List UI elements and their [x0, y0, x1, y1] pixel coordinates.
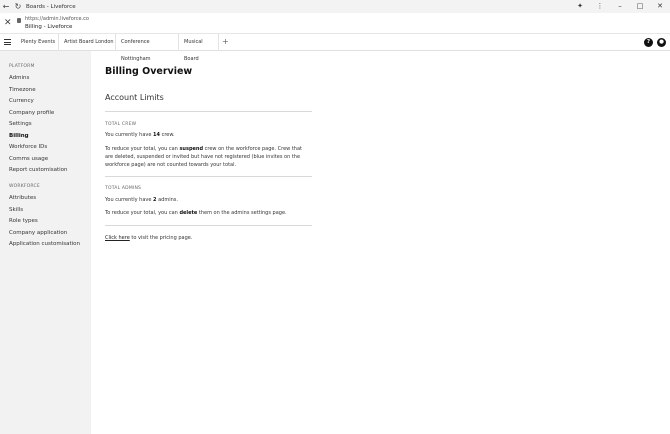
sidebar-item-attributes[interactable]: Attributes [9, 195, 36, 201]
divider [105, 111, 312, 112]
crew-reduce-action: suspend [179, 146, 204, 152]
admin-reduce-action: delete [179, 210, 198, 216]
tab-artist-board-london[interactable]: Artist Board London [59, 34, 116, 51]
tab-label: Musical Board [184, 39, 203, 62]
tab-musical-board[interactable]: Musical Board [179, 34, 219, 62]
sidebar-item-settings[interactable]: Settings [9, 121, 32, 127]
close-window-button[interactable]: ✕ [650, 0, 670, 13]
sidebar-item-company-application[interactable]: Company application [9, 230, 67, 236]
address-bar: ✕ https://admin.liveforce.co Billing - L… [0, 13, 670, 34]
total-admins-heading: TOTAL ADMINS [105, 186, 142, 191]
total-crew-heading: TOTAL CREW [105, 122, 137, 127]
reload-icon[interactable]: ↻ [12, 0, 24, 13]
crew-reduce-prefix: To reduce your total, you can [105, 146, 180, 152]
add-tab-button[interactable]: + [222, 34, 229, 50]
sidebar-heading-platform: PLATFORM [9, 64, 35, 69]
sidebar-item-application-customisation[interactable]: Application customisation [9, 241, 80, 247]
tab-label: Conference Nottingham [121, 39, 151, 62]
crew-reduce-text: To reduce your total, you can suspend cr… [105, 145, 310, 169]
sidebar-item-report-customisation[interactable]: Report customisation [9, 167, 68, 173]
bell-icon[interactable]: ● [657, 38, 666, 47]
kebab-icon[interactable]: ⋮ [590, 0, 610, 13]
lock-icon [17, 18, 21, 23]
puzzle-icon[interactable]: ✦ [570, 0, 590, 13]
crew-count-text: You currently have 14 crew. [105, 131, 310, 139]
pricing-text: Click here to visit the pricing page. [105, 234, 310, 242]
help-button[interactable]: ? [644, 38, 653, 47]
crew-count-suffix: crew. [160, 132, 175, 138]
sidebar-item-workforce-ids[interactable]: Workforce IDs [9, 144, 47, 150]
divider [105, 225, 312, 226]
sidebar-item-skills[interactable]: Skills [9, 207, 23, 213]
minimize-button[interactable]: – [610, 0, 630, 13]
close-icon[interactable]: ✕ [4, 18, 12, 28]
sidebar-item-comms-usage[interactable]: Comms usage [9, 156, 48, 162]
sidebar-item-timezone[interactable]: Timezone [9, 87, 36, 93]
admin-count-suffix: admins. [156, 197, 178, 203]
sidebar-item-billing[interactable]: Billing [9, 133, 29, 139]
page-title: Billing Overview [105, 66, 193, 77]
settings-sidebar: PLATFORM Admins Timezone Currency Compan… [0, 51, 91, 434]
tab-plenty-events[interactable]: Plenty Events [16, 34, 59, 51]
back-arrow-icon[interactable]: ← [0, 0, 12, 13]
board-tab-bar: Plenty Events Artist Board London Confer… [0, 34, 670, 62]
window-titlebar: ← ↻ Boards - Liveforce ✦ ⋮ – □ ✕ [0, 0, 670, 13]
admin-count-prefix: You currently have [105, 197, 154, 203]
page-title-text: Billing - Liveforce [25, 24, 73, 30]
url-text[interactable]: https://admin.liveforce.co [25, 16, 89, 22]
sidebar-item-currency[interactable]: Currency [9, 98, 34, 104]
admin-reduce-text: To reduce your total, you can delete the… [105, 209, 310, 217]
tab-label: Plenty Events [21, 39, 56, 45]
admin-reduce-suffix: them on the admins settings page. [197, 210, 287, 216]
pricing-suffix: to visit the pricing page. [129, 235, 193, 241]
sidebar-item-admins[interactable]: Admins [9, 75, 29, 81]
sidebar-item-company-profile[interactable]: Company profile [9, 110, 54, 116]
admin-reduce-prefix: To reduce your total, you can [105, 210, 180, 216]
admin-count-text: You currently have 2 admins. [105, 196, 310, 204]
sidebar-heading-workforce: WORKFORCE [9, 184, 40, 189]
window-title: Boards - Liveforce [26, 3, 76, 10]
crew-count-value: 14 [153, 132, 161, 138]
maximize-button[interactable]: □ [630, 0, 650, 13]
hamburger-menu-icon[interactable] [4, 39, 11, 45]
section-title: Account Limits [105, 93, 164, 102]
pricing-link[interactable]: Click here [105, 235, 130, 241]
divider [105, 176, 312, 177]
tab-conference-nottingham[interactable]: Conference Nottingham [116, 34, 179, 62]
tab-label: Artist Board London [64, 39, 114, 45]
sidebar-item-role-types[interactable]: Role types [9, 218, 38, 224]
crew-count-prefix: You currently have [105, 132, 154, 138]
